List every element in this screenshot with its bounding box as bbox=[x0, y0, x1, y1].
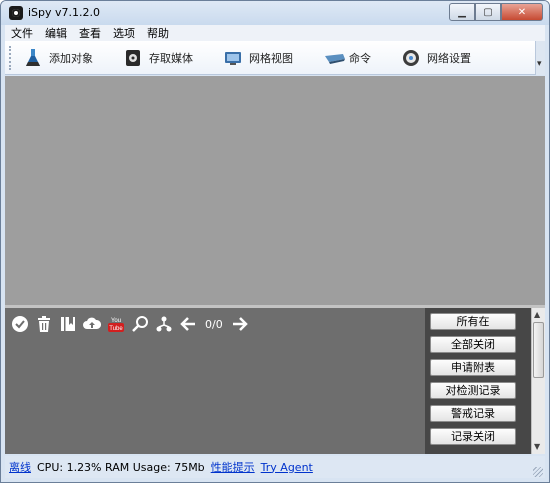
minimize-button[interactable]: ▁ bbox=[449, 3, 475, 21]
bottom-panel: You Tube 0/0 所有在 全部关闭 申请附表 对检测记录 警戒记录 记录… bbox=[5, 308, 545, 454]
check-icon[interactable] bbox=[11, 315, 29, 333]
minimize-icon: ▁ bbox=[458, 6, 466, 18]
menu-bar: 文件 编辑 查看 选项 帮助 bbox=[5, 25, 545, 41]
youtube-tube-text: Tube bbox=[109, 326, 123, 332]
window-controls: ▁ ▢ ✕ bbox=[449, 3, 543, 21]
toolbar: 添加对象 存取媒体 网格视图 命令 网络设置 ▾ bbox=[5, 41, 545, 75]
try-agent-link[interactable]: Try Agent bbox=[261, 461, 313, 474]
action-bar: You Tube 0/0 bbox=[11, 314, 255, 334]
arrow-left-icon[interactable] bbox=[179, 315, 197, 333]
scroll-up-icon[interactable]: ▲ bbox=[534, 310, 540, 319]
side-list-scrollbar[interactable]: ▲ ▼ bbox=[531, 308, 545, 454]
side-button-apply-schedule[interactable]: 申请附表 bbox=[430, 359, 516, 376]
window-title: iSpy v7.1.2.0 bbox=[28, 6, 101, 19]
network-settings-label: 网络设置 bbox=[427, 51, 471, 65]
network-settings-icon bbox=[401, 48, 421, 68]
performance-tips-link[interactable]: 性能提示 bbox=[211, 459, 255, 475]
maximize-button[interactable]: ▢ bbox=[475, 3, 501, 21]
ispy-logo-icon bbox=[9, 6, 23, 20]
status-bar: 离线 CPU: 1.23% RAM Usage: 75Mb 性能提示 Try A… bbox=[5, 456, 545, 478]
toolbar-overflow-button[interactable] bbox=[535, 41, 545, 75]
command-label: 命令 bbox=[349, 51, 371, 65]
close-icon: ✕ bbox=[517, 6, 527, 18]
add-object-button[interactable]: 添加对象 bbox=[23, 44, 93, 72]
side-command-list: 所有在 全部关闭 申请附表 对检测记录 警戒记录 记录关闭 bbox=[425, 308, 531, 454]
camera-view-area[interactable] bbox=[5, 76, 545, 305]
app-window: iSpy v7.1.2.0 ▁ ▢ ✕ 文件 编辑 查看 选项 帮助 添加对象 … bbox=[0, 0, 550, 483]
menu-options[interactable]: 选项 bbox=[107, 25, 141, 41]
flask-icon bbox=[23, 48, 43, 68]
toolbar-grip[interactable] bbox=[9, 45, 13, 70]
search-icon[interactable] bbox=[131, 315, 149, 333]
scroll-thumb[interactable] bbox=[533, 322, 544, 378]
media-access-button[interactable]: 存取媒体 bbox=[123, 44, 193, 72]
side-button-alert-record[interactable]: 警戒记录 bbox=[430, 405, 516, 422]
side-button-all-on[interactable]: 所有在 bbox=[430, 313, 516, 330]
grid-view-icon bbox=[223, 48, 243, 68]
command-button[interactable]: 命令 bbox=[323, 44, 371, 72]
menu-file[interactable]: 文件 bbox=[5, 25, 39, 41]
menu-edit[interactable]: 编辑 bbox=[39, 25, 73, 41]
cpu-ram-readout: CPU: 1.23% RAM Usage: 75Mb bbox=[37, 460, 205, 474]
menu-view[interactable]: 查看 bbox=[73, 25, 107, 41]
side-button-close-all[interactable]: 全部关闭 bbox=[430, 336, 516, 353]
offline-link[interactable]: 离线 bbox=[9, 459, 31, 475]
cloud-upload-icon[interactable] bbox=[83, 315, 102, 333]
youtube-icon[interactable]: You Tube bbox=[107, 315, 125, 333]
command-icon bbox=[323, 48, 345, 68]
title-bar[interactable]: iSpy v7.1.2.0 ▁ ▢ ✕ bbox=[1, 1, 549, 25]
maximize-icon: ▢ bbox=[483, 6, 493, 18]
media-icon bbox=[123, 48, 143, 68]
arrow-right-icon[interactable] bbox=[231, 315, 249, 333]
scroll-down-icon[interactable]: ▼ bbox=[534, 442, 540, 451]
resize-grip[interactable] bbox=[533, 467, 543, 477]
page-counter: 0/0 bbox=[205, 317, 223, 331]
side-button-record-off[interactable]: 记录关闭 bbox=[430, 428, 516, 445]
media-access-label: 存取媒体 bbox=[149, 51, 193, 65]
network-tree-icon[interactable] bbox=[155, 315, 173, 333]
trash-icon[interactable] bbox=[35, 315, 53, 333]
menu-help[interactable]: 帮助 bbox=[141, 25, 175, 41]
side-button-detection-record[interactable]: 对检测记录 bbox=[430, 382, 516, 399]
add-object-label: 添加对象 bbox=[49, 51, 93, 65]
grid-view-label: 网格视图 bbox=[249, 51, 293, 65]
grid-view-button[interactable]: 网格视图 bbox=[223, 44, 293, 72]
bookmark-icon[interactable] bbox=[59, 315, 77, 333]
close-button[interactable]: ✕ bbox=[501, 3, 543, 21]
network-settings-button[interactable]: 网络设置 bbox=[401, 44, 471, 72]
